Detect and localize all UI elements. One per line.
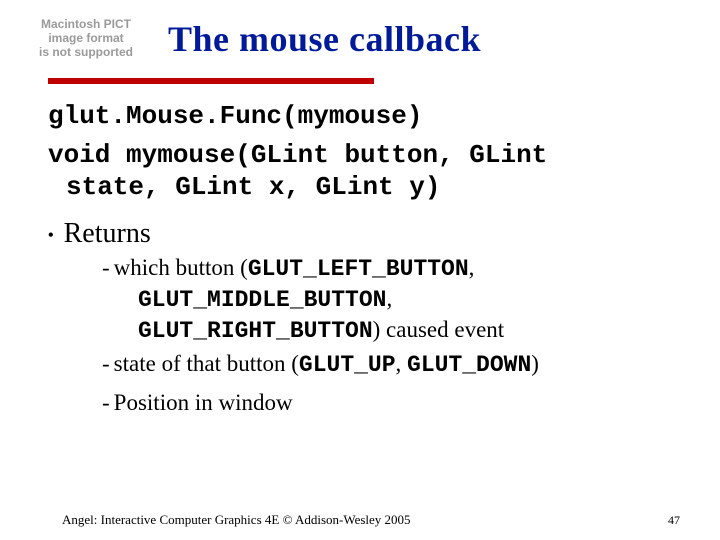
code-inline: GLUT_LEFT_BUTTON [248,256,469,282]
slide-footer: Angel: Interactive Computer Graphics 4E … [0,512,720,528]
text: ) [531,351,539,376]
footer-credit: Angel: Interactive Computer Graphics 4E … [62,512,411,528]
code-line: glut.Mouse.Func(mymouse) [48,100,680,133]
dash-icon: - [102,351,110,376]
code-inline: GLUT_RIGHT_BUTTON [138,318,373,344]
placeholder-line: image format [22,32,150,46]
slide-title: The mouse callback [168,18,481,60]
text: , [386,286,392,311]
bullet-returns: • Returns [48,216,680,251]
code-line: void mymouse(GLint button, GLint [48,139,680,172]
code-inline: GLUT_DOWN [407,352,531,378]
text: ) caused event [373,317,505,342]
placeholder-line: Macintosh PICT [22,18,150,32]
slide-header: Macintosh PICT image format is not suppo… [0,0,720,60]
dash-icon: - [102,255,110,280]
code-block: void mymouse(GLint button, GLint state, … [48,139,680,204]
text: , [396,351,408,376]
text: , [469,255,475,280]
bullet-dot-icon: • [48,226,54,246]
code-inline: GLUT_MIDDLE_BUTTON [138,287,386,313]
sublist-item: -state of that button (GLUT_UP, GLUT_DOW… [102,349,680,380]
code-inline: GLUT_UP [299,352,396,378]
text: Position in window [114,390,293,415]
sublist-line: GLUT_RIGHT_BUTTON) caused event [138,315,680,346]
sublist-item: -which button (GLUT_LEFT_BUTTON, GLUT_MI… [102,253,680,347]
page-number: 47 [668,513,680,528]
slide-content: glut.Mouse.Func(mymouse) void mymouse(GL… [0,84,720,418]
returns-label: Returns [64,216,151,251]
returns-sublist: -which button (GLUT_LEFT_BUTTON, GLUT_MI… [102,253,680,418]
sublist-line: GLUT_MIDDLE_BUTTON, [138,284,680,315]
pict-placeholder: Macintosh PICT image format is not suppo… [22,18,150,59]
dash-icon: - [102,390,110,415]
code-line: state, GLint x, GLint y) [66,171,680,204]
placeholder-line: is not supported [22,46,150,60]
sublist-item: -Position in window [102,388,680,417]
text: state of that button ( [114,351,299,376]
text: which button ( [114,255,248,280]
